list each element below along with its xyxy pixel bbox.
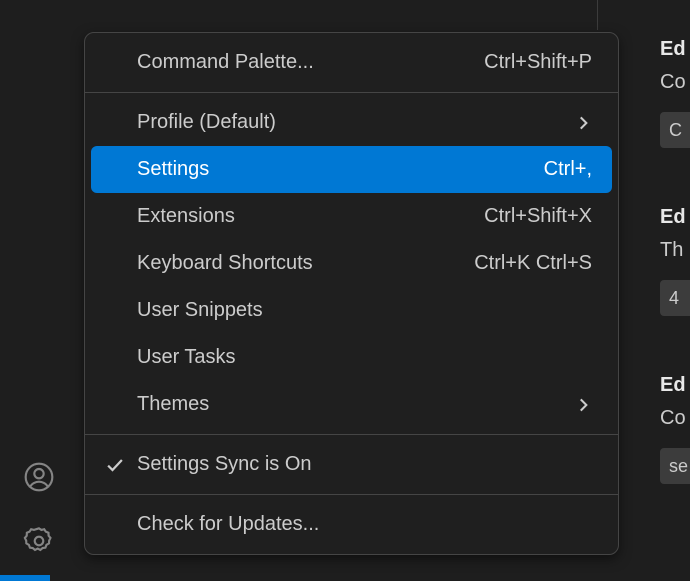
menu-user-tasks[interactable]: User Tasks <box>91 334 612 381</box>
setting-input[interactable] <box>660 280 690 316</box>
menu-themes[interactable]: Themes <box>91 381 612 428</box>
setting-heading: Ed <box>660 374 690 397</box>
setting-heading: Ed <box>660 38 690 61</box>
menu-shortcut: Ctrl+Shift+X <box>484 205 592 228</box>
menu-command-palette[interactable]: Command Palette... Ctrl+Shift+P <box>91 39 612 86</box>
menu-label: Profile (Default) <box>137 111 574 134</box>
setting-text: Th <box>660 239 690 262</box>
menu-shortcut: Ctrl+Shift+P <box>484 51 592 74</box>
menu-shortcut: Ctrl+K Ctrl+S <box>474 252 592 275</box>
activity-bar <box>0 0 78 581</box>
menu-separator <box>85 494 618 495</box>
menu-label: Check for Updates... <box>137 513 592 536</box>
menu-settings-sync[interactable]: Settings Sync is On <box>91 441 612 488</box>
menu-label: User Snippets <box>137 299 592 322</box>
settings-editor-partial: Ed Co Ed Th Ed Co <box>660 30 690 581</box>
setting-input[interactable] <box>660 112 690 148</box>
menu-extensions[interactable]: Extensions Ctrl+Shift+X <box>91 193 612 240</box>
menu-user-snippets[interactable]: User Snippets <box>91 287 612 334</box>
chevron-right-icon <box>574 114 592 132</box>
menu-label: Extensions <box>137 205 484 228</box>
menu-separator <box>85 434 618 435</box>
manage-context-menu: Command Palette... Ctrl+Shift+P Profile … <box>84 32 619 555</box>
menu-label: Keyboard Shortcuts <box>137 252 474 275</box>
gear-icon[interactable] <box>15 517 63 565</box>
menu-check-updates[interactable]: Check for Updates... <box>91 501 612 548</box>
account-icon[interactable] <box>15 453 63 501</box>
menu-label: User Tasks <box>137 346 592 369</box>
menu-settings[interactable]: Settings Ctrl+, <box>91 146 612 193</box>
panel-border <box>78 0 598 30</box>
menu-separator <box>85 92 618 93</box>
active-indicator <box>0 575 50 581</box>
menu-profile[interactable]: Profile (Default) <box>91 99 612 146</box>
check-icon <box>105 455 125 475</box>
setting-heading: Ed <box>660 206 690 229</box>
menu-keyboard-shortcuts[interactable]: Keyboard Shortcuts Ctrl+K Ctrl+S <box>91 240 612 287</box>
menu-label: Settings <box>137 158 544 181</box>
chevron-right-icon <box>574 396 592 414</box>
menu-label: Themes <box>137 393 574 416</box>
setting-input[interactable] <box>660 448 690 484</box>
setting-text: Co <box>660 71 690 94</box>
menu-shortcut: Ctrl+, <box>544 158 592 181</box>
setting-text: Co <box>660 407 690 430</box>
menu-label: Command Palette... <box>137 51 484 74</box>
menu-label: Settings Sync is On <box>137 453 592 476</box>
